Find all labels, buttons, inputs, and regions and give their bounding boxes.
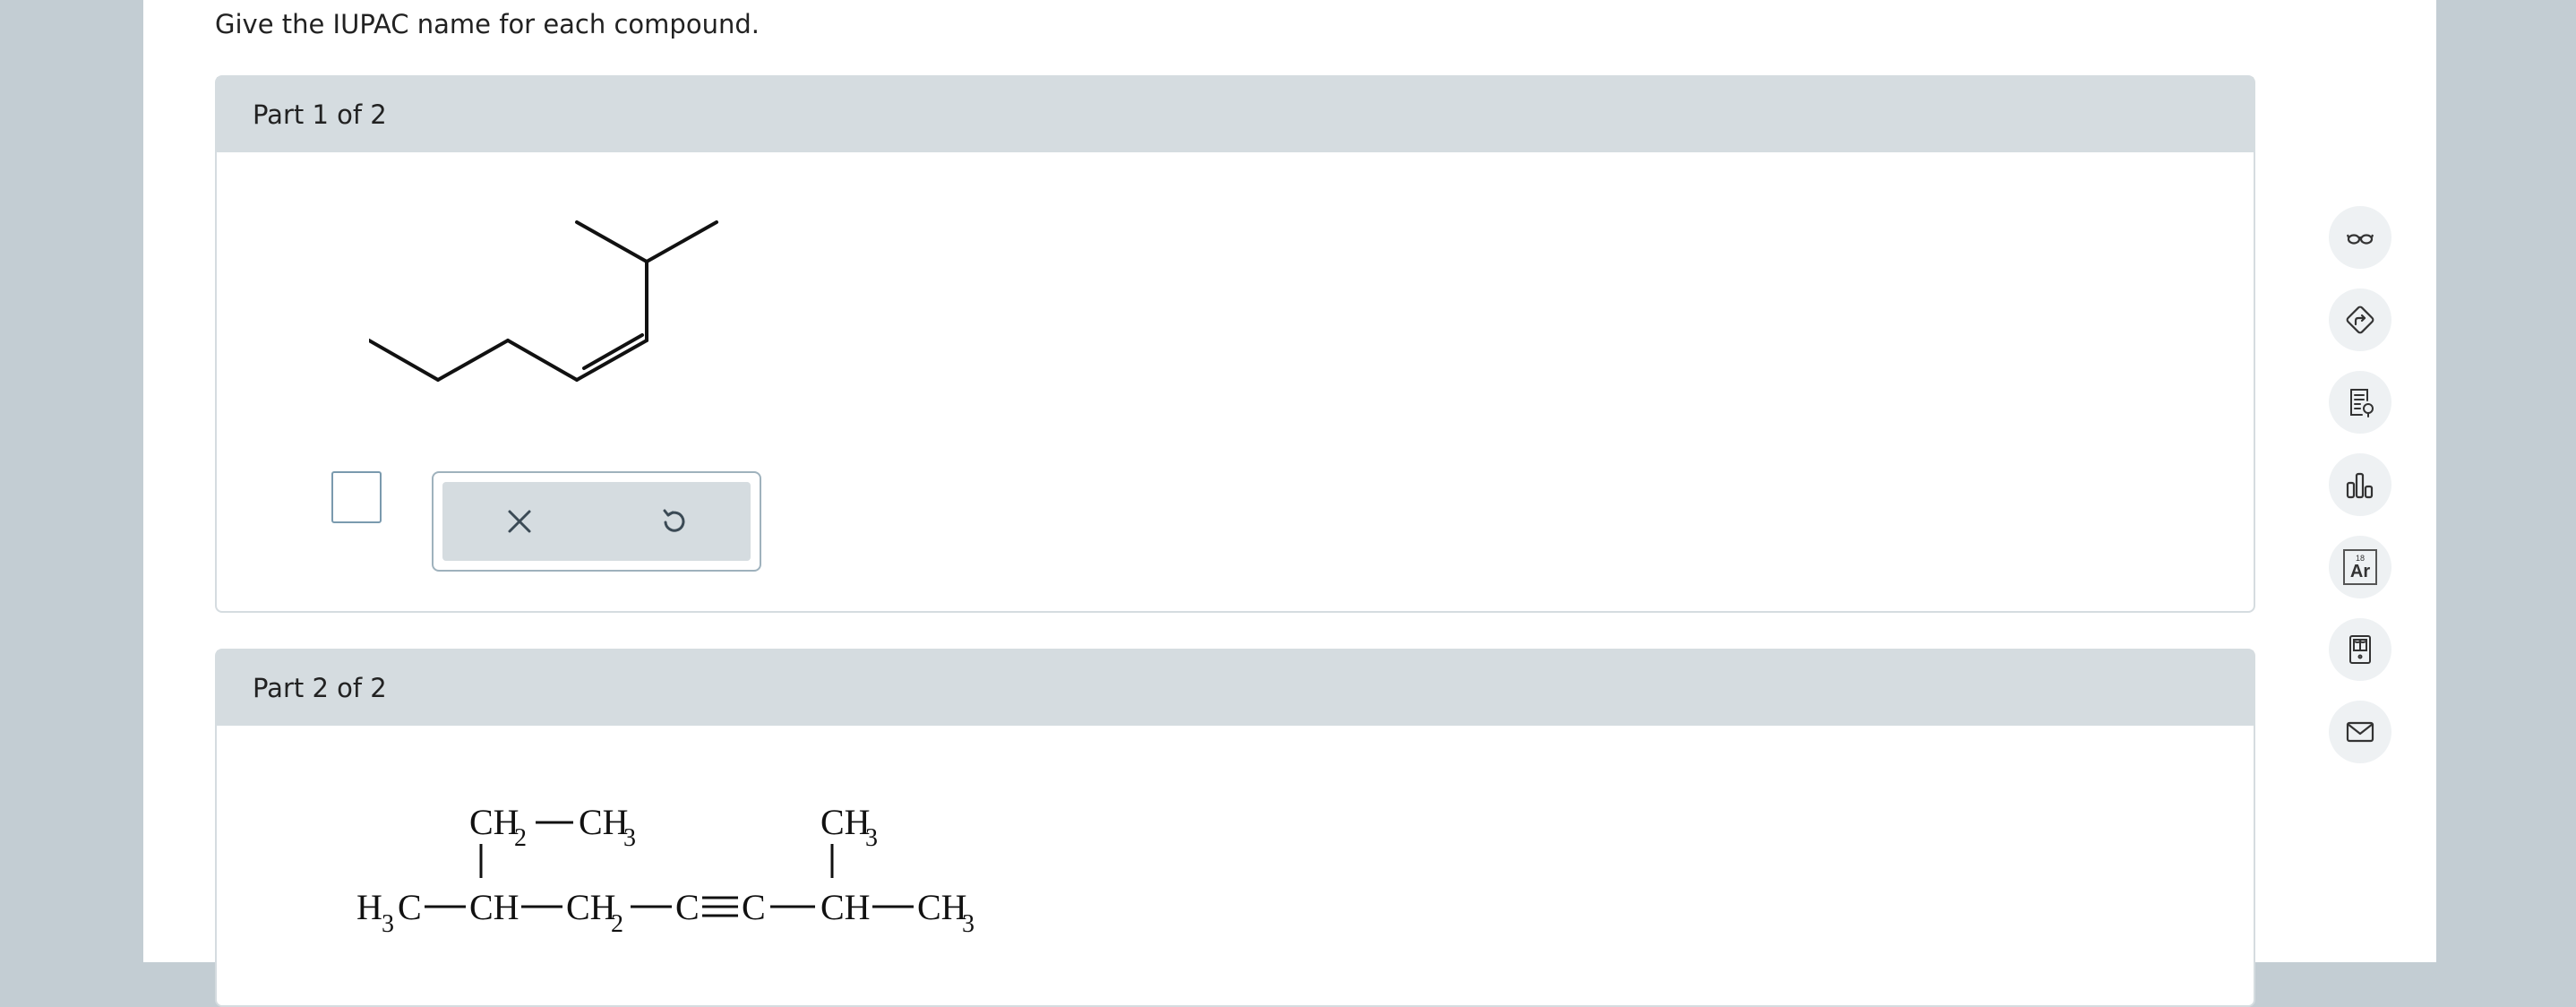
skeletal-structure-1 bbox=[369, 220, 718, 382]
part-2-panel: Part 2 of 2 CH 2 CH 3 CH 3 H 3 C CH CH 2… bbox=[215, 649, 2255, 1007]
glasses-icon bbox=[2346, 234, 2374, 245]
part-2-label: Part 2 of 2 bbox=[253, 673, 387, 703]
question-page: Give the IUPAC name for each compound. P… bbox=[143, 0, 2436, 1007]
notes-button[interactable] bbox=[2329, 371, 2391, 434]
formula-h3c-h: H bbox=[356, 887, 382, 927]
formula-c-1: C bbox=[675, 887, 700, 927]
directions-button[interactable] bbox=[2329, 288, 2391, 351]
answer-tools-bar bbox=[442, 482, 751, 561]
formula-methyl-ch3-sub: 3 bbox=[865, 824, 878, 852]
formula-c-2: C bbox=[742, 887, 766, 927]
formula-h3c-c: C bbox=[398, 887, 422, 927]
chart-button[interactable] bbox=[2329, 453, 2391, 516]
directions-icon bbox=[2346, 306, 2374, 334]
formula-top-ch3: CH bbox=[579, 802, 629, 842]
calculator-book-icon bbox=[2349, 635, 2371, 664]
mail-button[interactable] bbox=[2329, 701, 2391, 763]
formula-ch-1: CH bbox=[469, 887, 519, 927]
glasses-button[interactable] bbox=[2329, 206, 2391, 269]
condensed-formula-2: CH 2 CH 3 CH 3 H 3 C CH CH 2 C C CH CH 3 bbox=[356, 802, 975, 938]
formula-ch3-end: CH bbox=[917, 887, 967, 927]
instructions-text: Give the IUPAC name for each compound. bbox=[215, 9, 760, 39]
clear-button[interactable] bbox=[493, 495, 546, 548]
formula-top-ch2: CH bbox=[469, 802, 519, 842]
undo-icon bbox=[663, 509, 685, 532]
part-1-label: Part 1 of 2 bbox=[253, 99, 387, 130]
formula-ch-3: CH bbox=[820, 887, 871, 927]
formula-ch2-sub: 2 bbox=[611, 910, 623, 938]
close-icon bbox=[508, 510, 531, 533]
formula-triple-bond bbox=[702, 896, 738, 917]
part-1-header: Part 1 of 2 bbox=[217, 77, 2254, 152]
formula-methyl-ch3: CH bbox=[820, 802, 871, 842]
notes-icon bbox=[2350, 389, 2374, 417]
formula-top-ch3-sub: 3 bbox=[623, 824, 636, 852]
periodic-table-button[interactable]: 18 Ar bbox=[2329, 536, 2391, 598]
answer-tools-panel bbox=[432, 471, 761, 572]
periodic-table-icon: 18 Ar bbox=[2343, 549, 2377, 585]
calculator-book-button[interactable] bbox=[2329, 618, 2391, 681]
formula-h3c-sub: 3 bbox=[382, 910, 394, 938]
part-2-header: Part 2 of 2 bbox=[217, 650, 2254, 726]
side-toolbar: 18 Ar bbox=[2329, 206, 2391, 783]
undo-button[interactable] bbox=[647, 495, 700, 548]
formula-ch2: CH bbox=[566, 887, 616, 927]
formula-top-ch2-sub: 2 bbox=[514, 824, 527, 852]
part-1-panel: Part 1 of 2 bbox=[215, 75, 2255, 613]
answer-input-box[interactable] bbox=[331, 471, 382, 523]
formula-ch3-end-sub: 3 bbox=[962, 910, 975, 938]
mail-icon bbox=[2346, 721, 2374, 743]
chart-icon bbox=[2346, 472, 2374, 499]
periodic-tile-symbol: Ar bbox=[2349, 561, 2371, 581]
